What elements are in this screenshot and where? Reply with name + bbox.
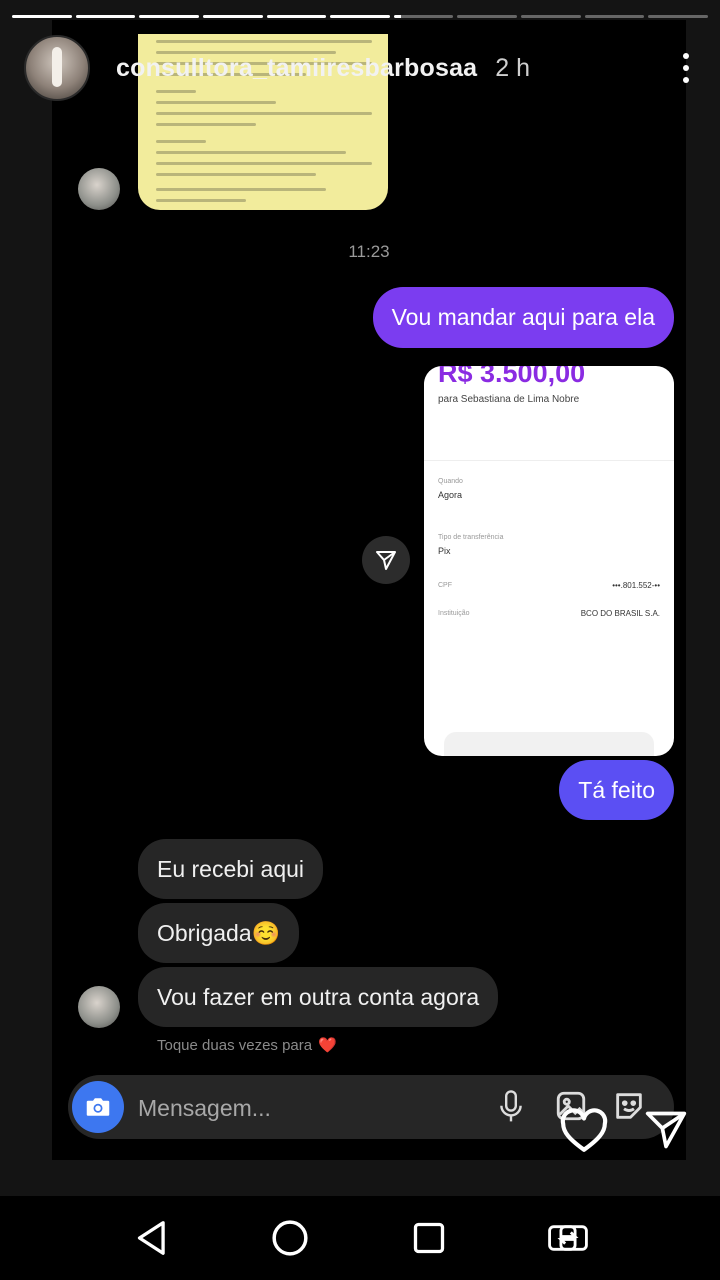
progress-segment <box>139 15 199 18</box>
switch-app-icon <box>548 1225 588 1251</box>
message-text: Tá feito <box>578 776 655 803</box>
sent-message-bubble: Tá feito <box>559 760 674 820</box>
hint-text: Toque duas vezes para <box>157 1036 313 1054</box>
home-circle-icon <box>272 1220 308 1256</box>
nav-switch-app-button[interactable] <box>546 1216 590 1260</box>
contact-avatar <box>78 986 120 1028</box>
message-input[interactable]: Mensagem... <box>138 1095 271 1122</box>
message-text: Obrigada☺️ <box>157 919 281 946</box>
nav-recents-button[interactable] <box>407 1216 451 1260</box>
more-options-button[interactable] <box>676 48 696 88</box>
sticker-icon <box>616 1093 642 1119</box>
progress-segment <box>457 15 518 18</box>
microphone-button[interactable] <box>496 1089 526 1130</box>
story-header: consulltora_tamiiresbarbosaa 2 h <box>24 35 696 101</box>
message-text: Vou fazer em outra conta agora <box>157 983 480 1010</box>
received-message-bubble: Eu recebi aqui <box>138 839 324 899</box>
progress-segment <box>266 15 327 18</box>
heart-icon <box>560 1108 608 1152</box>
receipt-institution-value: BCO DO BRASIL S.A. <box>580 609 660 618</box>
progress-segment <box>330 15 390 18</box>
progress-segment <box>75 15 136 18</box>
story-media-chat-screenshot: 11:23 Vou mandar aqui para ela R$ 3.500,… <box>52 20 686 1160</box>
contact-avatar <box>78 168 120 210</box>
progress-segment <box>12 15 72 18</box>
dot <box>683 65 689 71</box>
chat-timestamp: 11:23 <box>348 242 390 261</box>
progress-segment <box>202 15 263 18</box>
nav-back-button[interactable] <box>130 1216 174 1260</box>
sticker-button[interactable] <box>612 1089 646 1128</box>
receipt-cpf-label: CPF <box>438 582 452 589</box>
share-story-button[interactable] <box>644 1108 688 1157</box>
share-image-button[interactable] <box>362 536 410 584</box>
progress-segment-current <box>393 15 454 18</box>
received-message-bubble: Vou fazer em outra conta agora <box>138 967 499 1027</box>
receipt-amount: R$ 3.500,00 <box>438 366 586 388</box>
microphone-icon <box>500 1090 522 1122</box>
message-text: Vou mandar aqui para ela <box>391 304 655 330</box>
send-icon <box>376 551 396 570</box>
android-navigation-bar <box>0 1196 720 1280</box>
receipt-recipient: para Sebastiana de Lima Nobre <box>438 394 580 405</box>
receipt-when-value: Agora <box>438 490 463 500</box>
story-time-ago: 2 h <box>495 53 531 82</box>
progress-segment <box>648 15 709 18</box>
double-tap-hint: Toque duas vezes para ❤️ <box>157 1036 337 1055</box>
receipt-type-value: Pix <box>438 546 451 556</box>
receipt-institution-label: Instituição <box>438 610 470 617</box>
receipt-type-label: Tipo de transferência <box>438 534 504 541</box>
back-triangle-icon <box>137 1221 165 1255</box>
receipt-cpf-value: •••.801.552-•• <box>612 581 660 590</box>
recents-square-icon <box>413 1222 445 1254</box>
message-text: Eu recebi aqui <box>157 855 305 882</box>
story-username[interactable]: consulltora_tamiiresbarbosaa <box>116 54 477 83</box>
story-progress-bar <box>12 15 709 18</box>
camera-icon <box>86 1098 110 1116</box>
pix-receipt-image[interactable]: R$ 3.500,00 para Sebastiana de Lima Nobr… <box>424 366 674 756</box>
dot <box>683 77 689 83</box>
progress-segment <box>521 15 581 18</box>
profile-avatar[interactable] <box>24 35 90 101</box>
like-story-button[interactable] <box>559 1108 609 1159</box>
heart-emoji: ❤️ <box>318 1037 337 1054</box>
sent-message-bubble: Vou mandar aqui para ela <box>372 287 674 348</box>
receipt-when-label: Quando <box>438 478 463 485</box>
nav-home-button[interactable] <box>268 1216 312 1260</box>
progress-segment <box>584 15 645 18</box>
dot <box>683 53 689 59</box>
received-message-bubble: Obrigada☺️ <box>138 903 300 963</box>
send-icon <box>645 1111 687 1149</box>
camera-button[interactable] <box>72 1081 124 1133</box>
